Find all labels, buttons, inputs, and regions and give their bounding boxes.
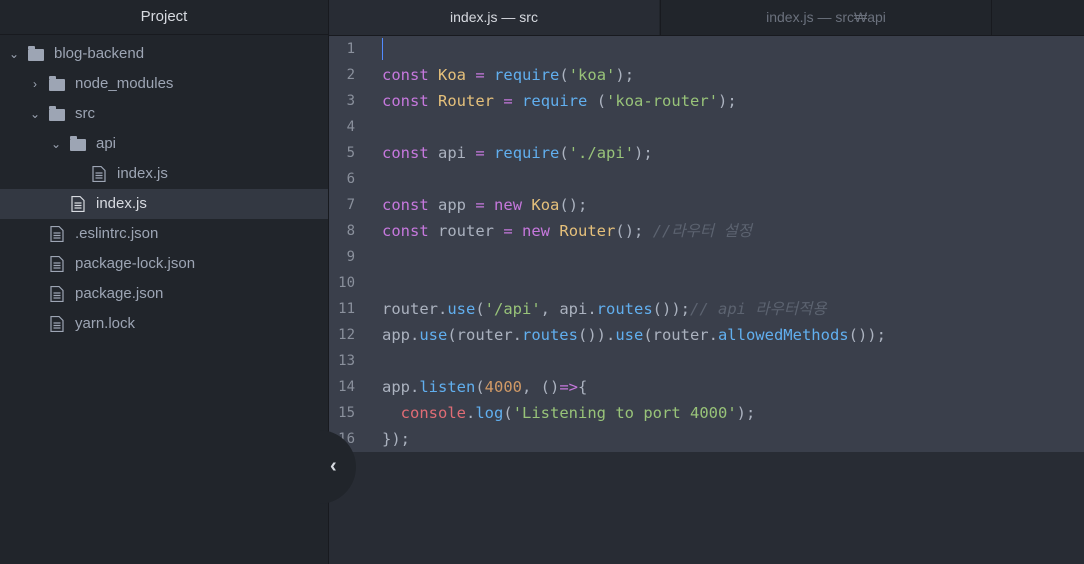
line-number: 1 (346, 41, 355, 57)
line-number: 5 (346, 145, 355, 161)
folder-icon (49, 106, 65, 121)
tree-item-node-modules[interactable]: › node_modules (0, 69, 328, 99)
tree-item-package-lock[interactable]: package-lock.json (0, 249, 328, 279)
file-text-icon (91, 166, 107, 182)
tab-src-index-js[interactable]: index.js — src (329, 0, 659, 35)
tree-item-api-index-js[interactable]: index.js (0, 159, 328, 189)
code-line: router.use('/api', api.routes());// api … (382, 300, 827, 318)
line-number: 6 (346, 171, 355, 187)
code-editor[interactable]: 1 2 3 4 5 6 7 8 9 10 11 12 13 14 15 16 c… (329, 36, 1084, 564)
tab-api-index-js[interactable]: index.js — src₩api (660, 0, 992, 35)
line-number-gutter: 1 2 3 4 5 6 7 8 9 10 11 12 13 14 15 16 (329, 36, 373, 452)
tree-item-package-json[interactable]: package.json (0, 279, 328, 309)
code-line: const router = new Router(); //라우터 설정 (382, 222, 752, 240)
code-line: const app = new Koa(); (382, 196, 588, 214)
code-line: app.listen(4000, ()=>{ (382, 378, 588, 396)
file-text-icon (49, 286, 65, 302)
chevron-down-icon: ⌄ (29, 107, 41, 121)
line-number: 11 (338, 301, 355, 317)
tree-item-src-index-js[interactable]: index.js (0, 189, 328, 219)
tree-item-src[interactable]: ⌄ src (0, 99, 328, 129)
code-lines: const Koa = require('koa'); const Router … (382, 36, 1084, 452)
chevron-left-icon: ‹ (330, 455, 337, 477)
line-number: 8 (346, 223, 355, 239)
line-number: 3 (346, 93, 355, 109)
collapse-sidebar-button[interactable]: ‹ (308, 430, 358, 504)
file-text-icon (49, 256, 65, 272)
code-line: console.log('Listening to port 4000'); (400, 404, 756, 422)
code-line: app.use(router.routes()).use(router.allo… (382, 326, 886, 344)
line-number: 14 (338, 379, 355, 395)
chevron-down-icon: ⌄ (50, 137, 62, 151)
tree-item-api[interactable]: ⌄ api (0, 129, 328, 159)
line-number: 4 (346, 119, 355, 135)
file-text-icon (70, 196, 86, 212)
line-number: 9 (346, 249, 355, 265)
code-line: }); (382, 430, 410, 448)
project-sidebar: Project ⌄ blog-backend › node_modules ⌄ … (0, 0, 329, 564)
tree-item-eslintrc[interactable]: .eslintrc.json (0, 219, 328, 249)
file-tree: ⌄ blog-backend › node_modules ⌄ src ⌄ ap… (0, 39, 328, 339)
line-number: 2 (346, 67, 355, 83)
folder-icon (49, 76, 65, 91)
line-number: 12 (338, 327, 355, 343)
tab-bar: index.js — src index.js — src₩api (329, 0, 1084, 36)
line-number: 13 (338, 353, 355, 369)
code-line: const Koa = require('koa'); (382, 66, 635, 84)
chevron-down-icon: ⌄ (8, 47, 20, 61)
file-text-icon (49, 226, 65, 242)
line-number: 7 (346, 197, 355, 213)
code-line: const Router = require ('koa-router'); (382, 92, 737, 110)
sidebar-title: Project (0, 0, 328, 35)
chevron-right-icon: › (33, 77, 37, 91)
folder-icon (70, 136, 86, 151)
file-text-icon (49, 316, 65, 332)
folder-icon (28, 46, 44, 61)
tree-item-yarn-lock[interactable]: yarn.lock (0, 309, 328, 339)
code-line: const api = require('./api'); (382, 144, 653, 162)
line-number: 15 (338, 405, 355, 421)
tree-item-blog-backend[interactable]: ⌄ blog-backend (0, 39, 328, 69)
line-number: 10 (338, 275, 355, 291)
